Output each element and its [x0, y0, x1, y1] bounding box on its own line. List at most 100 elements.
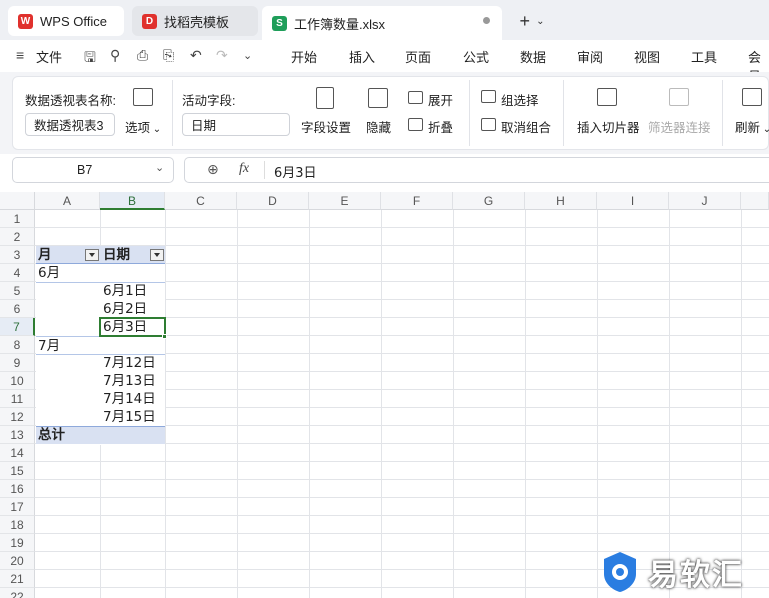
column-header-j[interactable]: J: [669, 192, 741, 210]
close-tab-icon[interactable]: [483, 17, 490, 24]
filter-connection-icon[interactable]: [669, 88, 689, 106]
hide-icon[interactable]: [368, 88, 388, 108]
redo-icon[interactable]: ↷: [216, 47, 228, 64]
expand-button[interactable]: 展开: [428, 90, 453, 109]
group-selection-icon[interactable]: [481, 90, 496, 103]
row-header[interactable]: 17: [0, 498, 35, 516]
column-header-b[interactable]: B: [100, 192, 165, 210]
row-header[interactable]: 6: [0, 300, 35, 318]
row-header[interactable]: 14: [0, 444, 35, 462]
menu-formulas[interactable]: 公式: [463, 47, 489, 66]
row-header[interactable]: 4: [0, 264, 35, 282]
row-header-selected[interactable]: 7: [0, 318, 35, 336]
pivot-item[interactable]: 7月13日: [103, 372, 156, 390]
selected-cell-highlight[interactable]: [99, 317, 166, 337]
tab-wps-office[interactable]: W WPS Office: [8, 6, 124, 36]
field-settings-icon[interactable]: [316, 87, 334, 109]
field-settings-button[interactable]: 字段设置: [301, 117, 351, 136]
pivot-item[interactable]: 6月1日: [103, 282, 147, 300]
new-tab-button[interactable]: + ⌄: [512, 8, 552, 34]
pivot-group-june[interactable]: 6月: [38, 264, 60, 282]
name-box[interactable]: B7 ⌄: [12, 157, 174, 183]
fx-icon[interactable]: fx: [239, 161, 249, 177]
menu-insert[interactable]: 插入: [349, 47, 375, 66]
column-header-a[interactable]: A: [35, 192, 100, 210]
column-header-d[interactable]: D: [237, 192, 309, 210]
menu-home[interactable]: 开始: [291, 47, 317, 66]
insert-slicer-button[interactable]: 插入切片器: [577, 117, 640, 136]
share-icon[interactable]: ⚲: [110, 47, 120, 64]
refresh-icon[interactable]: [742, 88, 762, 106]
column-header-c[interactable]: C: [165, 192, 237, 210]
chevron-down-icon[interactable]: ⌄: [155, 161, 164, 174]
row-header[interactable]: 2: [0, 228, 35, 246]
column-header-e[interactable]: E: [309, 192, 381, 210]
menu-page[interactable]: 页面: [405, 47, 431, 66]
active-field-input[interactable]: 日期: [182, 113, 290, 136]
row-header[interactable]: 9: [0, 354, 35, 372]
tab-workbook[interactable]: S 工作簿数量.xlsx: [262, 6, 502, 40]
spreadsheet-grid[interactable]: A B C D E F G H I J 1 2 3 4 5 6 7 8 9 10…: [0, 192, 769, 598]
pivot-item[interactable]: 7月12日: [103, 354, 156, 372]
pivot-group-july[interactable]: 7月: [38, 337, 60, 355]
row-header[interactable]: 22: [0, 588, 35, 598]
collapse-icon[interactable]: [408, 118, 423, 131]
undo-icon[interactable]: ↶: [190, 47, 202, 64]
column-header-i[interactable]: I: [597, 192, 669, 210]
row-header[interactable]: 18: [0, 516, 35, 534]
menu-view[interactable]: 视图: [634, 47, 660, 66]
more-chevron-icon[interactable]: ⌄: [243, 49, 252, 62]
options-button[interactable]: 选项 ⌄: [125, 117, 161, 136]
pivot-item[interactable]: 6月2日: [103, 300, 147, 318]
print-icon[interactable]: ⎙: [137, 47, 148, 64]
row-header[interactable]: 3: [0, 246, 35, 264]
expand-icon[interactable]: [408, 91, 423, 104]
slicer-icon[interactable]: [597, 88, 617, 106]
filter-connection-button[interactable]: 筛选器连接: [648, 117, 711, 136]
save-icon[interactable]: 🖫: [84, 47, 96, 71]
fill-handle[interactable]: [162, 334, 167, 339]
row-header[interactable]: 15: [0, 462, 35, 480]
pivot-total-label[interactable]: 总计: [38, 426, 65, 444]
row-header[interactable]: 10: [0, 372, 35, 390]
ungroup-icon[interactable]: [481, 118, 496, 131]
row-header[interactable]: 16: [0, 480, 35, 498]
group-selection-button[interactable]: 组选择: [501, 90, 539, 109]
row-header[interactable]: 8: [0, 336, 35, 354]
month-filter-dropdown-icon[interactable]: [85, 249, 99, 261]
row-header[interactable]: 20: [0, 552, 35, 570]
row-header[interactable]: 13: [0, 426, 35, 444]
row-header[interactable]: 19: [0, 534, 35, 552]
magnifier-icon[interactable]: ⊕: [207, 161, 219, 178]
column-header-f[interactable]: F: [381, 192, 453, 210]
refresh-button[interactable]: 刷新 ⌄: [735, 117, 769, 136]
hamburger-menu-icon[interactable]: ≡: [16, 47, 24, 63]
row-header[interactable]: 5: [0, 282, 35, 300]
row-header[interactable]: 21: [0, 570, 35, 588]
column-header-k[interactable]: [741, 192, 769, 210]
tab-docer-templates[interactable]: D 找稻壳模板: [132, 6, 258, 36]
title-bar: W WPS Office D 找稻壳模板 S 工作簿数量.xlsx + ⌄: [0, 0, 769, 40]
ungroup-button[interactable]: 取消组合: [501, 117, 551, 136]
date-filter-dropdown-icon[interactable]: [150, 249, 164, 261]
select-all-corner[interactable]: [0, 192, 35, 210]
row-header[interactable]: 1: [0, 210, 35, 228]
menu-tools[interactable]: 工具: [691, 47, 717, 66]
pivot-item[interactable]: 7月14日: [103, 390, 156, 408]
column-header-g[interactable]: G: [453, 192, 525, 210]
pivot-item[interactable]: 7月15日: [103, 408, 156, 426]
hide-button[interactable]: 隐藏: [366, 117, 391, 136]
formula-input[interactable]: 6月3日: [274, 162, 317, 181]
row-header[interactable]: 12: [0, 408, 35, 426]
column-header-h[interactable]: H: [525, 192, 597, 210]
collapse-button[interactable]: 折叠: [428, 117, 453, 136]
print-preview-icon[interactable]: ⎘: [163, 47, 174, 64]
pivot-header-date[interactable]: 日期: [103, 246, 130, 264]
pivot-header-month[interactable]: 月: [38, 246, 52, 264]
menu-file[interactable]: 文件: [36, 47, 62, 66]
menu-review[interactable]: 审阅: [577, 47, 603, 66]
menu-data[interactable]: 数据: [520, 47, 546, 66]
pivot-table-icon[interactable]: [133, 88, 153, 106]
pivot-name-input[interactable]: 数据透视表3: [25, 113, 115, 136]
row-header[interactable]: 11: [0, 390, 35, 408]
